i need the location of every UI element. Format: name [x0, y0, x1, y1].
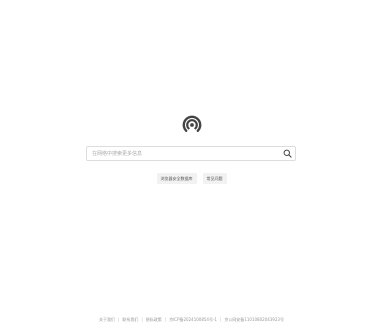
- footer: 关于我们 | 联系我们 | 隐私政策 | 京ICP备2024100854号-1 …: [0, 317, 383, 323]
- footer-separator: |: [219, 317, 222, 322]
- footer-separator: |: [164, 317, 167, 322]
- logo-icon: [182, 115, 202, 132]
- footer-link-privacy[interactable]: 隐私政策: [146, 317, 162, 323]
- start-page: 浏览器安全数据库 常见问题 关于我们 | 联系我们 | 隐私政策 | 京ICP备…: [0, 0, 383, 328]
- footer-icp-record[interactable]: 京ICP备2024100854号-1: [169, 317, 217, 323]
- quick-buttons: 浏览器安全数据库 常见问题: [0, 173, 383, 184]
- search-icon: [283, 149, 292, 158]
- footer-link-about[interactable]: 关于我们: [99, 317, 115, 323]
- footer-police-record[interactable]: 京公网安备11010802043923号: [224, 317, 284, 323]
- footer-link-contact[interactable]: 联系我们: [122, 317, 138, 323]
- search-button[interactable]: [280, 147, 294, 160]
- search-box: [86, 146, 296, 161]
- browser-safety-database-button[interactable]: 浏览器安全数据库: [156, 173, 197, 184]
- faq-button[interactable]: 常见问题: [202, 173, 227, 184]
- search-input[interactable]: [87, 147, 282, 160]
- footer-separator: |: [141, 317, 143, 322]
- footer-separator: |: [118, 317, 120, 322]
